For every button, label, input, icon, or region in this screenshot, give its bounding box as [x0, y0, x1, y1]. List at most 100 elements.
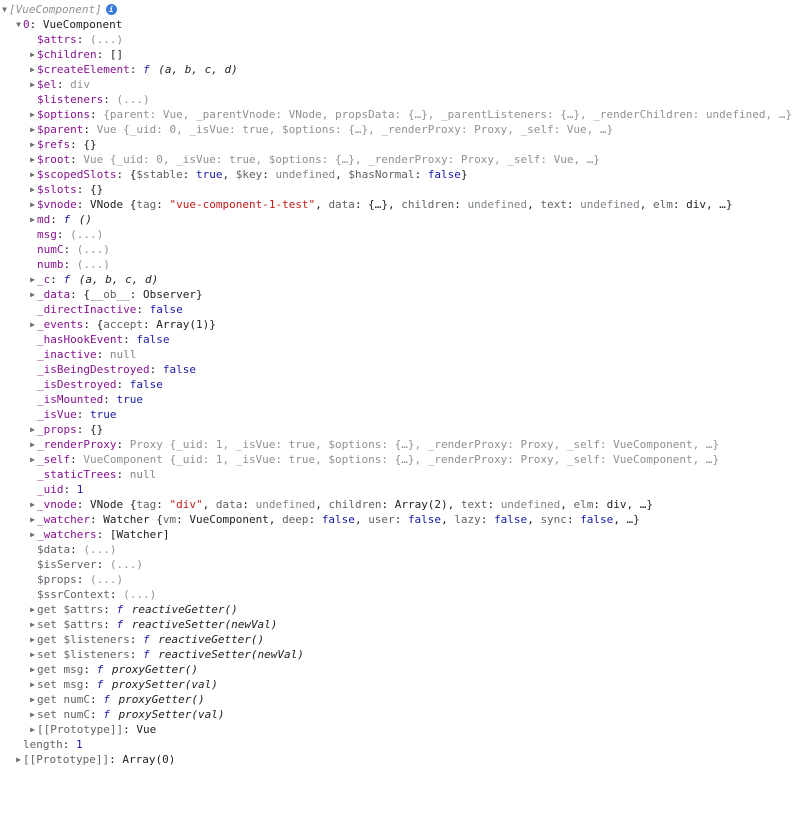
tree-row[interactable]: $options: {parent: Vue, _parentVnode: VN… [0, 107, 800, 122]
tree-row[interactable]: set $attrs: f reactiveSetter(newVal) [0, 617, 800, 632]
expand-arrow-right-icon[interactable] [28, 602, 37, 618]
text-segment: : [97, 48, 110, 61]
text-segment: VueComponent [43, 18, 122, 31]
tree-row[interactable]: $el: div [0, 77, 800, 92]
text-segment: _staticTrees [37, 468, 116, 481]
text-segment: undefined [256, 498, 316, 511]
tree-row[interactable]: get msg: f proxyGetter() [0, 662, 800, 677]
text-segment: undefined [501, 498, 561, 511]
expand-arrow-right-icon[interactable] [28, 437, 37, 453]
tree-row[interactable]: $refs: {} [0, 137, 800, 152]
tree-row[interactable]: _c: f (a, b, c, d) [0, 272, 800, 287]
expand-arrow-right-icon[interactable] [28, 47, 37, 63]
tree-row[interactable]: $createElement: f (a, b, c, d) [0, 62, 800, 77]
text-segment: proxyGetter() [105, 663, 198, 676]
tree-row[interactable]: [[Prototype]]: Vue [0, 722, 800, 737]
expand-arrow-right-icon[interactable] [28, 722, 37, 738]
tree-row[interactable]: _events: {accept: Array(1)} [0, 317, 800, 332]
expand-arrow-right-icon[interactable] [28, 182, 37, 198]
tree-row[interactable]: _watcher: Watcher {vm: VueComponent, dee… [0, 512, 800, 527]
tree-row[interactable]: _self: VueComponent {_uid: 1, _isVue: tr… [0, 452, 800, 467]
text-segment: proxyGetter() [112, 693, 205, 706]
expand-arrow-right-icon[interactable] [28, 647, 37, 663]
tree-row[interactable]: _watchers: [Watcher] [0, 527, 800, 542]
tree-row[interactable]: [VueComponent]i [0, 2, 800, 17]
tree-row[interactable]: get $attrs: f reactiveGetter() [0, 602, 800, 617]
tree-row[interactable]: _props: {} [0, 422, 800, 437]
tree-row[interactable]: _data: {__ob__: Observer} [0, 287, 800, 302]
tree-row[interactable]: $vnode: VNode {tag: "vue-component-1-tes… [0, 197, 800, 212]
text-segment: false [408, 513, 441, 526]
tree-row: numC: (...) [0, 242, 800, 257]
expand-arrow-right-icon[interactable] [28, 107, 37, 123]
text-segment: : [454, 198, 467, 211]
expand-arrow-right-icon[interactable] [28, 452, 37, 468]
expand-arrow-right-icon[interactable] [28, 677, 37, 693]
tree-row[interactable]: set numC: f proxySetter(val) [0, 707, 800, 722]
info-icon[interactable]: i [106, 4, 117, 15]
tree-row[interactable]: $scopedSlots: {$stable: true, $key: unde… [0, 167, 800, 182]
text-segment: null [130, 468, 157, 481]
text-segment: , [222, 168, 235, 181]
expand-arrow-right-icon[interactable] [28, 422, 37, 438]
expand-arrow-right-icon[interactable] [28, 632, 37, 648]
expand-arrow-right-icon[interactable] [28, 167, 37, 183]
expand-arrow-right-icon[interactable] [28, 527, 37, 543]
text-segment: 0 [23, 18, 30, 31]
tree-row[interactable]: get $listeners: f reactiveGetter() [0, 632, 800, 647]
text-segment: false [580, 513, 613, 526]
text-segment: _isMounted [37, 393, 103, 406]
text-segment: , [527, 198, 540, 211]
tree-row: $isServer: (...) [0, 557, 800, 572]
tree-row[interactable]: $root: Vue {_uid: 0, _isVue: true, $opti… [0, 152, 800, 167]
row-content: set $attrs: f reactiveSetter(newVal) [37, 617, 277, 632]
expand-arrow-down-icon[interactable] [14, 17, 23, 33]
tree-row[interactable]: set $listeners: f reactiveSetter(newVal) [0, 647, 800, 662]
row-content: _data: {__ob__: Observer} [37, 287, 203, 302]
expand-arrow-right-icon[interactable] [28, 77, 37, 93]
text-segment: {} [83, 138, 96, 151]
tree-row[interactable]: get numC: f proxyGetter() [0, 692, 800, 707]
tree-row[interactable]: _vnode: VNode {tag: "div", data: undefin… [0, 497, 800, 512]
text-segment: $listeners [37, 93, 103, 106]
row-content: length: 1 [23, 737, 83, 752]
expand-arrow-right-icon[interactable] [28, 662, 37, 678]
expand-arrow-right-icon[interactable] [28, 122, 37, 138]
text-segment: {parent: Vue, _parentVnode: VNode, props… [103, 108, 792, 121]
tree-row[interactable]: $children: [] [0, 47, 800, 62]
tree-row[interactable]: $slots: {} [0, 182, 800, 197]
tree-row[interactable]: 0: VueComponent [0, 17, 800, 32]
expand-arrow-right-icon[interactable] [28, 692, 37, 708]
expand-arrow-right-icon[interactable] [28, 497, 37, 513]
tree-row[interactable]: $parent: Vue {_uid: 0, _isVue: true, $op… [0, 122, 800, 137]
expand-arrow-right-icon[interactable] [28, 212, 37, 228]
row-content: $root: Vue {_uid: 0, _isVue: true, $opti… [37, 152, 600, 167]
expand-arrow-down-icon[interactable] [0, 2, 9, 18]
text-segment: f [97, 678, 104, 691]
expand-arrow-right-icon[interactable] [28, 62, 37, 78]
expand-arrow-right-icon[interactable] [28, 152, 37, 168]
tree-row[interactable]: _renderProxy: Proxy {_uid: 1, _isVue: tr… [0, 437, 800, 452]
text-segment: : [64, 483, 77, 496]
expand-arrow-right-icon[interactable] [28, 137, 37, 153]
tree-row[interactable]: [[Prototype]]: Array(0) [0, 752, 800, 767]
text-segment: false [163, 363, 196, 376]
expand-arrow-right-icon[interactable] [28, 512, 37, 528]
expand-arrow-right-icon[interactable] [28, 197, 37, 213]
expand-arrow-right-icon[interactable] [14, 752, 23, 768]
text-segment: length [23, 738, 63, 751]
row-content: $vnode: VNode {tag: "vue-component-1-tes… [37, 197, 732, 212]
row-content: _staticTrees: null [37, 467, 156, 482]
expand-arrow-right-icon[interactable] [28, 317, 37, 333]
tree-row[interactable]: md: f () [0, 212, 800, 227]
text-segment: : [57, 228, 70, 241]
row-content: set $listeners: f reactiveSetter(newVal) [37, 647, 304, 662]
row-content: $ssrContext: (...) [37, 587, 156, 602]
expand-arrow-right-icon[interactable] [28, 272, 37, 288]
expand-arrow-right-icon[interactable] [28, 617, 37, 633]
expand-arrow-right-icon[interactable] [28, 287, 37, 303]
text-segment: : [77, 183, 90, 196]
text-segment: true [196, 168, 223, 181]
tree-row[interactable]: set msg: f proxySetter(val) [0, 677, 800, 692]
expand-arrow-right-icon[interactable] [28, 707, 37, 723]
